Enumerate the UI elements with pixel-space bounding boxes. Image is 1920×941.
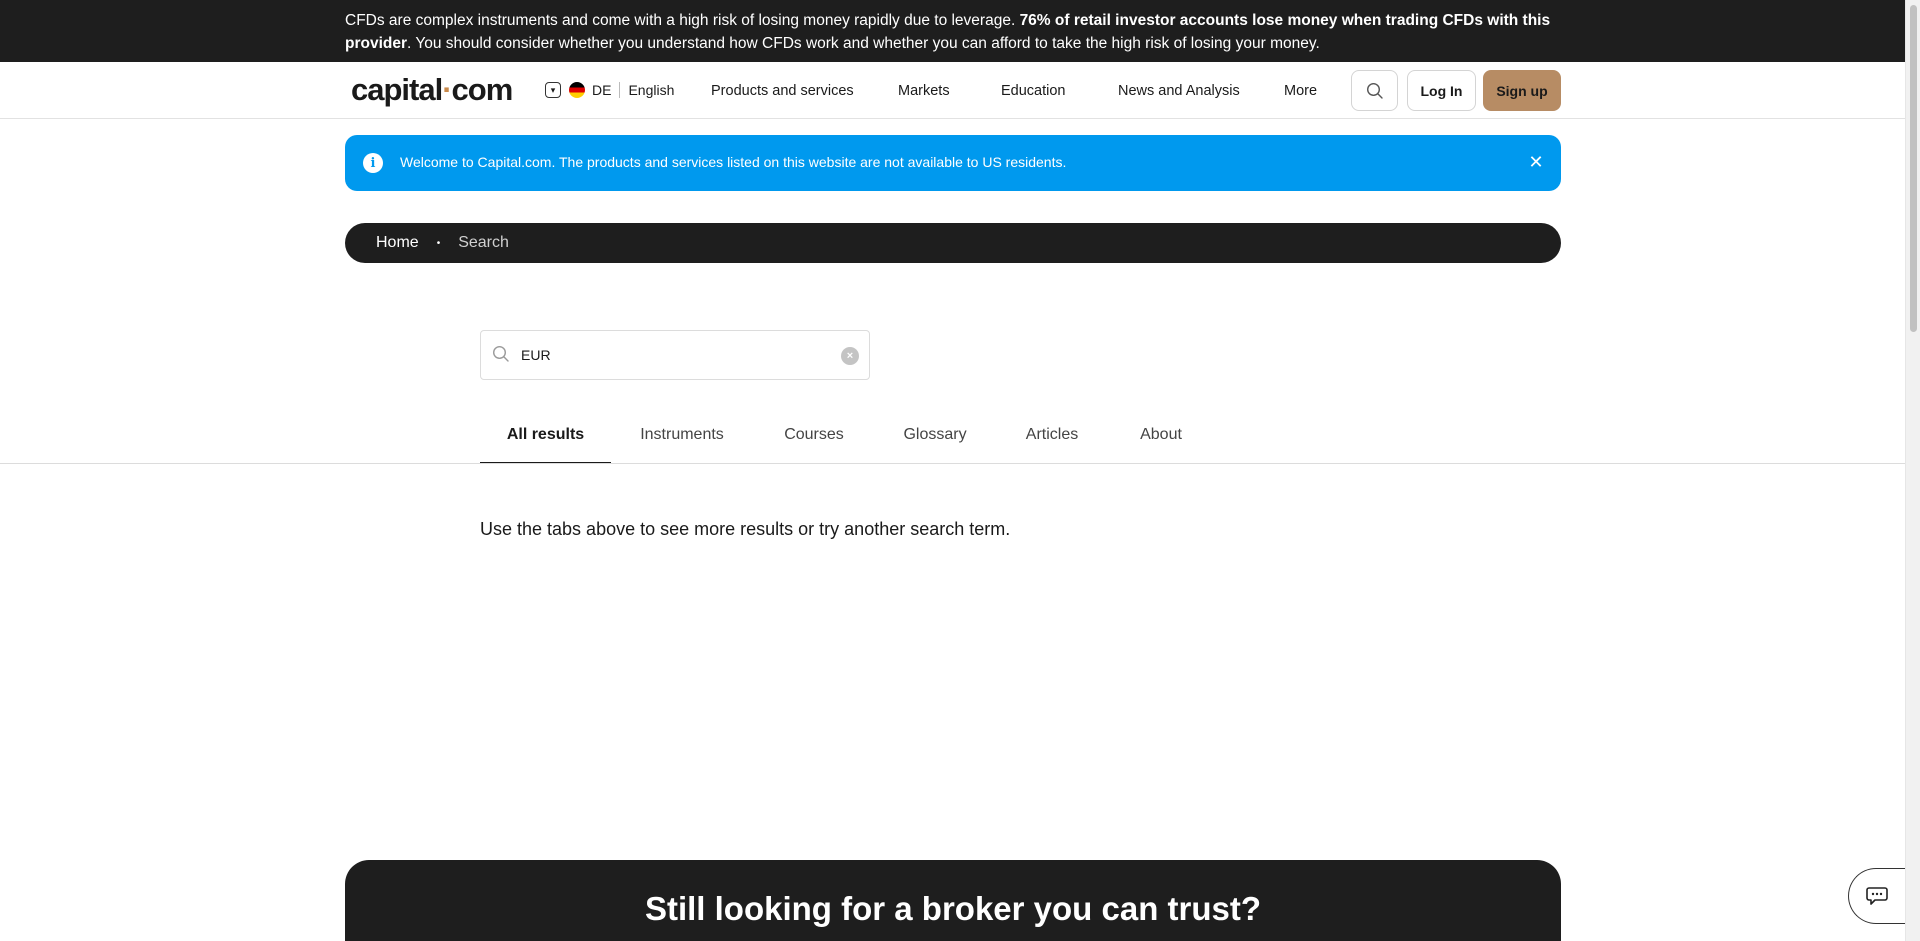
region-code: DE (592, 82, 612, 98)
breadcrumb: Home • Search (345, 223, 1561, 263)
search-icon (492, 345, 509, 362)
logo-dot: · (442, 72, 452, 107)
close-icon[interactable]: ✕ (1525, 151, 1547, 173)
search-input[interactable] (521, 343, 821, 367)
header-search-button[interactable] (1351, 70, 1398, 111)
search-field: × (480, 330, 870, 380)
tab-instruments[interactable]: Instruments (640, 426, 724, 464)
tab-glossary[interactable]: Glossary (903, 426, 967, 464)
broker-cta-section: Still looking for a broker you can trust… (345, 860, 1561, 941)
logo-part-left: capital (351, 72, 443, 107)
capital-com-logo[interactable]: capital·com (351, 72, 514, 108)
risk-text-before: CFDs are complex instruments and come wi… (345, 12, 1020, 29)
chevron-down-icon: ▾ (545, 82, 561, 98)
logo-part-right: com (451, 72, 514, 107)
germany-flag-icon (569, 82, 585, 98)
tab-courses[interactable]: Courses (784, 426, 844, 464)
chat-widget-button[interactable] (1848, 868, 1905, 924)
site-header: capital·com ▾ DE English Products and se… (0, 62, 1905, 119)
nav-products-and-services[interactable]: Products and services (711, 62, 854, 119)
search-icon (1366, 82, 1383, 99)
tab-about[interactable]: About (1138, 426, 1184, 464)
search-hint-text: Use the tabs above to see more results o… (480, 519, 1011, 539)
nav-more[interactable]: More (1284, 62, 1317, 119)
page-scrollbar[interactable] (1905, 0, 1920, 941)
nav-education[interactable]: Education (1001, 62, 1066, 119)
language-label: English (628, 82, 675, 98)
scrollbar-thumb[interactable] (1910, 5, 1917, 332)
region-language-selector[interactable]: ▾ DE English (545, 79, 674, 101)
risk-warning-text: CFDs are complex instruments and come wi… (345, 9, 1565, 55)
risk-warning-bar: CFDs are complex instruments and come wi… (0, 0, 1905, 62)
clear-search-icon[interactable]: × (841, 347, 859, 365)
language-divider (619, 82, 621, 98)
risk-text-after: . You should consider whether you unders… (407, 35, 1320, 52)
page: CFDs are complex instruments and come wi… (0, 0, 1905, 941)
info-icon: i (363, 153, 383, 173)
info-banner-text: Welcome to Capital.com. The products and… (400, 154, 1067, 170)
tab-articles[interactable]: Articles (1026, 426, 1078, 464)
cta-title: Still looking for a broker you can trust… (644, 890, 1262, 927)
tab-all-results[interactable]: All results (480, 426, 611, 464)
info-banner: i Welcome to Capital.com. The products a… (345, 135, 1561, 191)
breadcrumb-separator: • (436, 237, 441, 249)
breadcrumb-current: Search (458, 234, 509, 251)
chat-icon (1865, 887, 1888, 905)
login-button[interactable]: Log In (1407, 70, 1476, 111)
breadcrumb-home[interactable]: Home (376, 234, 419, 252)
nav-markets[interactable]: Markets (898, 62, 950, 119)
tabs-divider (0, 463, 1905, 464)
nav-news-and-analysis[interactable]: News and Analysis (1118, 62, 1240, 119)
signup-button[interactable]: Sign up (1483, 70, 1561, 111)
